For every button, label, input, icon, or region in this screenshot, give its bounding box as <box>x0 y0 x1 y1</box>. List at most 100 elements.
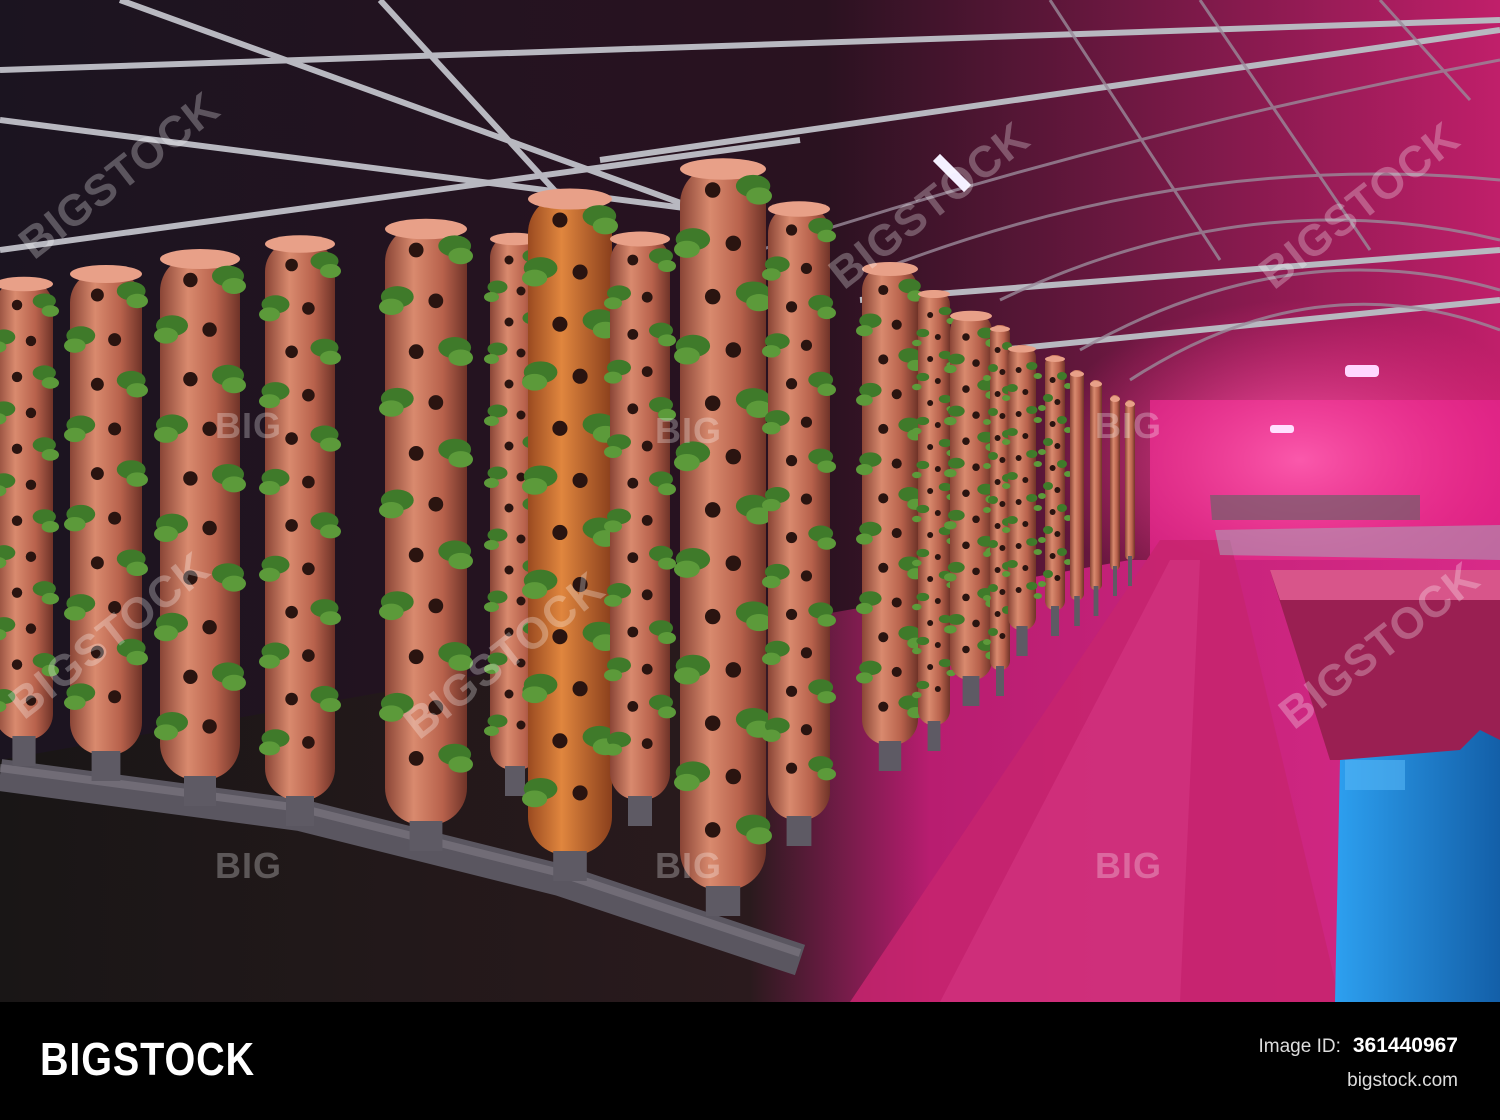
basil-leaf <box>1026 582 1038 590</box>
basil-leaf <box>484 416 499 426</box>
basil-leaf <box>379 400 404 417</box>
basil-leaf <box>1026 494 1038 502</box>
basil-leaf <box>944 625 957 634</box>
basil-leaf <box>222 377 246 394</box>
basil-leaf <box>856 325 873 337</box>
basil-leaf <box>988 496 998 504</box>
basil-leaf <box>259 307 280 322</box>
basil-leaf <box>448 349 474 366</box>
basil-leaf <box>320 698 341 712</box>
basil-leaf <box>448 451 474 468</box>
basil-leaf <box>674 560 700 578</box>
basil-leaf <box>938 306 952 316</box>
basil-leaf <box>41 592 59 605</box>
basil-leaf <box>817 767 836 781</box>
hydroponic-tower <box>522 188 619 881</box>
basil-leaf <box>484 292 499 302</box>
basil-leaf <box>912 515 922 523</box>
basil-leaf <box>947 561 965 573</box>
basil-leaf <box>448 756 474 773</box>
basil-leaf <box>154 724 178 741</box>
basil-leaf <box>1026 538 1038 546</box>
basil-leaf <box>487 466 508 480</box>
basil-leaf <box>1038 405 1046 411</box>
basil-leaf <box>658 706 676 719</box>
basil-leaf <box>817 306 836 320</box>
basil-leaf <box>912 339 922 347</box>
basil-leaf <box>988 628 998 636</box>
basil-leaf <box>259 481 280 495</box>
hydroponic-tower <box>154 249 246 806</box>
hydroponic-tower <box>0 276 59 766</box>
basil-leaf <box>379 705 404 722</box>
basil-leaf <box>983 507 991 513</box>
basil-leaf <box>762 729 781 742</box>
basil-leaf <box>1033 505 1043 511</box>
basil-leaf <box>604 520 622 533</box>
basil-leaf <box>856 464 873 476</box>
basil-leaf <box>604 669 622 682</box>
basil-leaf <box>817 383 836 396</box>
basil-leaf <box>487 652 508 666</box>
basil-leaf <box>746 827 772 845</box>
basil-leaf <box>1033 593 1043 599</box>
basil-leaf <box>259 567 280 582</box>
basil-leaf <box>64 606 86 621</box>
basil-leaf <box>448 552 474 570</box>
basil-leaf <box>916 680 930 690</box>
basil-leaf <box>944 469 957 478</box>
basil-leaf <box>988 408 998 416</box>
basil-leaf <box>1002 483 1011 489</box>
site-url: bigstock.com <box>1347 1070 1458 1091</box>
basil-leaf <box>484 726 499 736</box>
basil-leaf <box>448 247 474 265</box>
basil-leaf <box>1057 504 1067 512</box>
basil-leaf <box>658 557 676 570</box>
basil-leaf <box>912 647 922 655</box>
brand-logo: BIGSTOCK <box>40 1033 255 1085</box>
basil-leaf <box>126 383 148 398</box>
basil-leaf <box>817 614 836 627</box>
hydroponic-tower <box>674 158 772 916</box>
basil-leaf <box>983 639 991 645</box>
basil-leaf <box>938 394 952 404</box>
grow-table <box>1215 525 1500 560</box>
basil-leaf <box>1033 373 1043 379</box>
basil-leaf <box>817 691 836 704</box>
basil-leaf <box>1006 560 1018 568</box>
blue-water-container <box>1335 730 1500 1002</box>
basil-leaf <box>320 264 341 278</box>
basil-leaf <box>522 269 548 287</box>
basil-leaf <box>484 540 499 550</box>
grow-lamp-far <box>1270 425 1294 433</box>
basil-leaf <box>320 524 341 539</box>
basil-leaf <box>126 650 148 666</box>
basil-leaf <box>154 426 178 443</box>
basil-leaf <box>1002 395 1011 401</box>
basil-leaf <box>944 521 957 530</box>
basil-leaf <box>938 438 952 448</box>
basil-leaf <box>1043 482 1053 490</box>
basil-leaf <box>484 602 499 612</box>
basil-leaf <box>674 454 700 472</box>
basil-leaf <box>1057 460 1067 468</box>
basil-leaf <box>1043 394 1053 402</box>
basil-leaf <box>746 187 772 205</box>
hydroponic-tower <box>64 265 148 781</box>
grow-table-far <box>1210 495 1420 520</box>
grow-bed-top <box>1270 570 1500 600</box>
hydroponic-tower <box>762 201 836 846</box>
basil-leaf <box>856 394 873 406</box>
basil-leaf <box>487 714 508 728</box>
basil-leaf <box>259 394 280 409</box>
image-id-row: Image ID: 361440967 <box>1259 1034 1459 1058</box>
hydroponic-greenhouse-scene <box>0 0 1500 1002</box>
hydroponic-tower <box>1090 380 1102 616</box>
basil-leaf <box>1043 438 1053 446</box>
basil-leaf <box>64 427 86 443</box>
basil-leaf <box>947 405 965 417</box>
basil-leaf <box>983 419 991 425</box>
basil-leaf <box>912 471 922 479</box>
basil-leaf <box>1002 439 1011 445</box>
basil-leaf <box>522 790 548 808</box>
